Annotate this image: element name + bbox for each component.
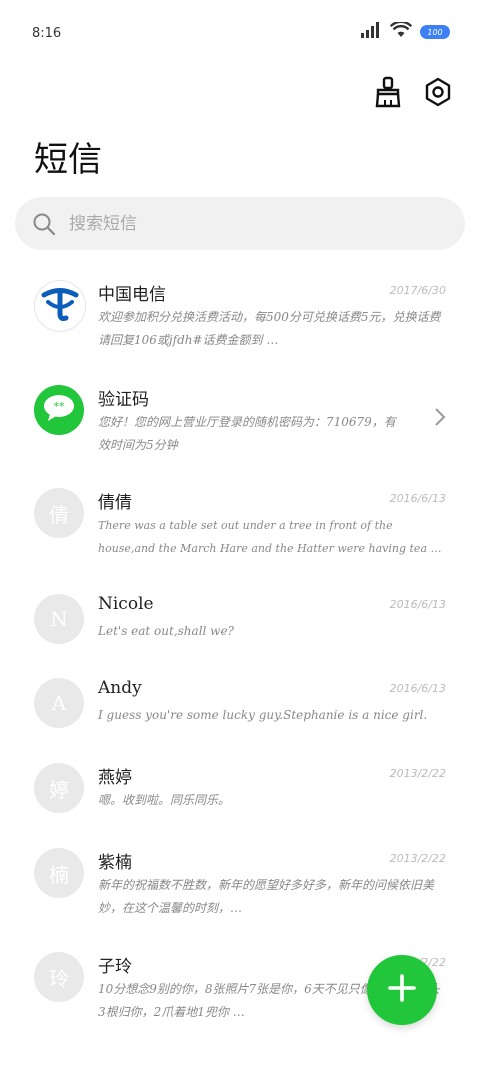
message-date: 2016/6/13 xyxy=(389,492,446,505)
signal-icon xyxy=(360,22,382,42)
search-bar[interactable] xyxy=(15,197,465,250)
contact-name: Andy xyxy=(98,678,142,698)
chevron-right-icon[interactable] xyxy=(434,407,446,431)
message-list: 中国电信 2017/6/30 欢迎参加积分兑换活费活动，每500分可兑换话费5元… xyxy=(0,270,480,1042)
list-item[interactable]: 倩 倩倩 2016/6/13 There was a table set out… xyxy=(0,478,480,584)
contact-name: 紫楠 xyxy=(98,853,132,873)
broom-icon xyxy=(374,76,402,112)
avatar: 楠 xyxy=(34,848,84,898)
message-preview: 欢迎参加积分兑换活费活动，每500分可兑换话费5元，兑换话费请回复106或jfd… xyxy=(98,310,441,347)
avatar: 玲 xyxy=(34,952,84,1002)
message-preview: 您好！您的网上营业厅登录的随机密码为：710679，有效时间为5分钟 xyxy=(98,415,396,452)
avatar-initial: ** xyxy=(54,400,66,413)
page-title: 短信 xyxy=(34,140,102,180)
list-item[interactable]: 中国电信 2017/6/30 欢迎参加积分兑换活费活动，每500分可兑换话费5元… xyxy=(0,270,480,375)
list-item[interactable]: N Nicole 2016/6/13 Let's eat out,shall w… xyxy=(0,584,480,668)
plus-icon xyxy=(388,974,416,1006)
avatar: N xyxy=(34,594,84,644)
contact-name: 验证码 xyxy=(98,390,149,410)
list-item[interactable]: ** 验证码 您好！您的网上营业厅登录的随机密码为：710679，有效时间为5分… xyxy=(0,375,480,478)
avatar xyxy=(34,280,86,332)
clean-button[interactable] xyxy=(372,76,404,112)
list-item[interactable]: 楠 紫楠 2013/2/22 新年的祝福数不胜数，新年的愿望好多好多，新年的问候… xyxy=(0,838,480,942)
message-preview: Let's eat out,shall we? xyxy=(98,624,234,638)
message-date: 2017/6/30 xyxy=(389,284,446,297)
contact-name: 燕婷 xyxy=(98,768,132,788)
search-input[interactable] xyxy=(67,212,431,235)
message-preview: There was a table set out under a tree i… xyxy=(98,519,442,555)
message-preview: 新年的祝福数不胜数，新年的愿望好多好多，新年的问候依旧美妙，在这个温馨的时刻，… xyxy=(98,878,435,915)
message-preview: 嗯。收到啦。同乐同乐。 xyxy=(98,793,231,807)
message-date: 2013/2/22 xyxy=(389,767,446,780)
avatar: ** xyxy=(34,385,84,435)
list-item[interactable]: 婷 燕婷 2013/2/22 嗯。收到啦。同乐同乐。 xyxy=(0,753,480,838)
avatar: 倩 xyxy=(34,488,84,538)
message-date: 2016/6/13 xyxy=(389,598,446,611)
gear-icon xyxy=(424,77,452,111)
contact-name: 倩倩 xyxy=(98,493,132,513)
settings-button[interactable] xyxy=(422,76,454,112)
new-message-button[interactable] xyxy=(367,955,437,1025)
status-time: 8:16 xyxy=(32,26,62,41)
battery-indicator: 100 xyxy=(420,25,450,39)
avatar: 婷 xyxy=(34,763,84,813)
contact-name: Nicole xyxy=(98,594,154,614)
message-date: 2016/6/13 xyxy=(389,682,446,695)
list-item[interactable]: A Andy 2016/6/13 I guess you're some luc… xyxy=(0,668,480,753)
message-bubble-icon: ** xyxy=(42,393,76,427)
status-icons: 100 xyxy=(360,20,450,42)
status-bar: 8:16 100 xyxy=(0,0,480,64)
search-icon xyxy=(31,211,57,237)
message-preview: I guess you're some lucky guy.Stephanie … xyxy=(98,708,428,722)
wifi-icon xyxy=(389,20,413,42)
telecom-logo-icon xyxy=(38,282,82,331)
contact-name: 中国电信 xyxy=(98,285,166,305)
contact-name: 子玲 xyxy=(98,957,132,977)
message-date: 2013/2/22 xyxy=(389,852,446,865)
avatar: A xyxy=(34,678,84,728)
top-actions xyxy=(372,76,454,112)
